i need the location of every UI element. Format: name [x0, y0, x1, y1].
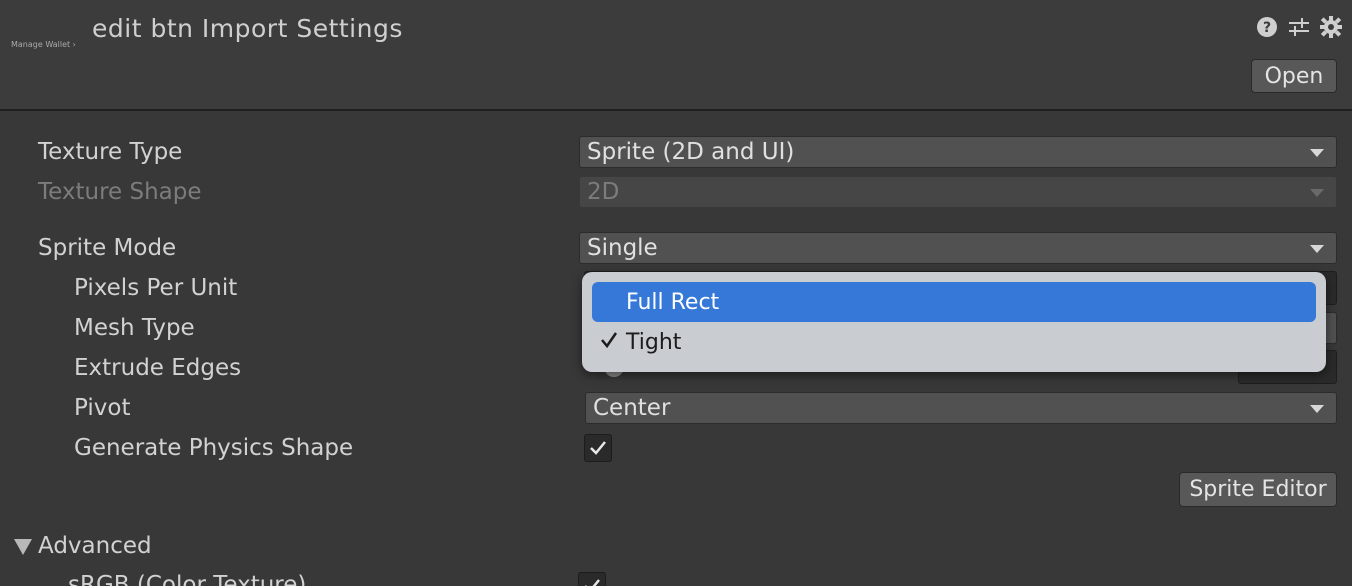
mesh-type-popup-menu: Full Rect Tight: [582, 272, 1326, 372]
chevron-down-icon: [1310, 149, 1324, 157]
checkmark-icon: [585, 579, 600, 586]
pivot-label: Pivot: [74, 395, 131, 421]
srgb-checkbox[interactable]: [578, 572, 606, 586]
open-button[interactable]: Open: [1251, 59, 1337, 93]
texture-type-label: Texture Type: [38, 139, 183, 165]
popup-item-label: Full Rect: [626, 289, 720, 315]
chevron-down-icon: [1310, 405, 1324, 413]
advanced-foldout-label[interactable]: Advanced: [38, 533, 152, 559]
texture-type-dropdown[interactable]: Sprite (2D and UI): [579, 136, 1337, 168]
foldout-arrow-icon[interactable]: [14, 539, 32, 555]
generate-physics-shape-checkbox[interactable]: [584, 434, 612, 462]
popup-item-tight[interactable]: Tight: [592, 322, 1316, 362]
inspector-header: Manage Wallet › edit btn Import Settings…: [0, 0, 1352, 111]
checkmark-icon: [590, 441, 606, 455]
presets-icon[interactable]: [1288, 16, 1310, 38]
sprite-editor-button[interactable]: Sprite Editor: [1179, 472, 1337, 507]
texture-shape-label: Texture Shape: [38, 179, 202, 205]
help-icon[interactable]: ?: [1256, 16, 1278, 38]
mesh-type-label: Mesh Type: [74, 315, 195, 341]
gear-icon[interactable]: [1320, 16, 1342, 38]
generate-physics-shape-label: Generate Physics Shape: [74, 435, 354, 461]
popup-item-full-rect[interactable]: Full Rect: [592, 282, 1316, 322]
pivot-value: Center: [593, 395, 671, 421]
chevron-down-icon: [1310, 245, 1324, 253]
sprite-mode-dropdown[interactable]: Single: [579, 232, 1337, 264]
header-icons: ?: [1256, 16, 1342, 38]
extrude-edges-label: Extrude Edges: [74, 355, 242, 381]
sprite-mode-label: Sprite Mode: [38, 235, 177, 261]
pivot-dropdown[interactable]: Center: [585, 392, 1337, 424]
texture-shape-dropdown: 2D: [579, 176, 1337, 208]
thumbnail-label: Manage Wallet ›: [11, 40, 76, 49]
checkmark-icon: [600, 330, 618, 355]
svg-text:?: ?: [1263, 20, 1271, 36]
sprite-mode-value: Single: [587, 235, 658, 261]
chevron-down-icon: [1310, 189, 1324, 197]
pixels-per-unit-label: Pixels Per Unit: [74, 275, 238, 301]
texture-shape-value: 2D: [587, 179, 620, 205]
texture-type-value: Sprite (2D and UI): [587, 139, 795, 165]
popup-item-label: Tight: [626, 329, 682, 355]
srgb-label: sRGB (Color Texture): [68, 572, 307, 586]
page-title: edit btn Import Settings: [92, 14, 403, 43]
